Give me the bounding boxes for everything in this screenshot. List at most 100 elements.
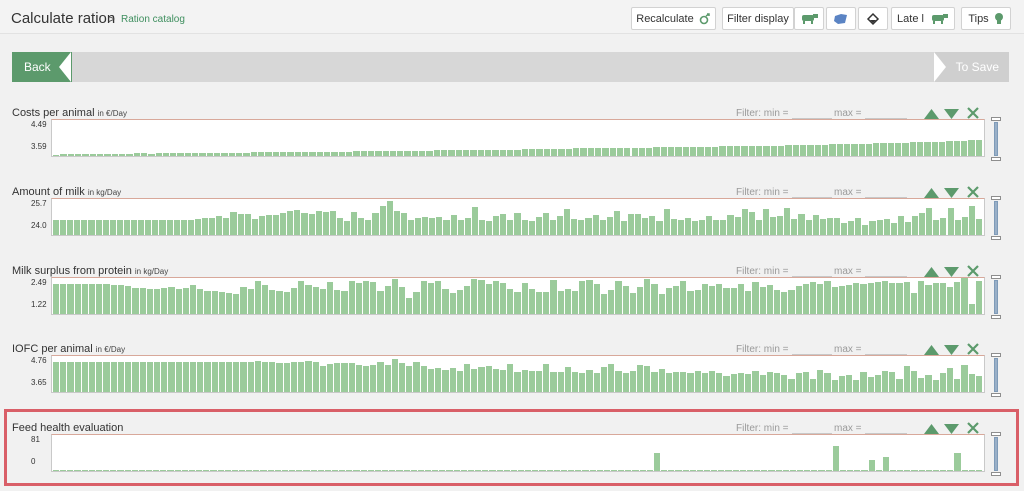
- chart-bar: [189, 362, 197, 392]
- paint-filter-button[interactable]: [858, 7, 888, 30]
- tips-button[interactable]: Tips: [961, 7, 1011, 30]
- slider-bottom-handle[interactable]: [991, 393, 1001, 397]
- filter-min-label: Filter: min =: [736, 344, 789, 355]
- chart-bar: [737, 284, 745, 314]
- chart-bar: [536, 371, 543, 392]
- chart-bar: [272, 152, 279, 156]
- chart-title: Milk surplus from protein in kg/Day: [12, 265, 168, 277]
- chart-bar: [334, 290, 341, 314]
- chart-bar: [651, 372, 658, 392]
- chart-bar: [784, 208, 791, 235]
- chart-bar: [690, 147, 697, 156]
- chart-bar: [829, 144, 836, 156]
- chart-bar: [365, 219, 372, 235]
- chart-bar: [103, 284, 110, 314]
- chart-bar: [571, 218, 578, 235]
- range-slider[interactable]: [991, 275, 1001, 319]
- chart-unit: in kg/Day: [134, 267, 169, 276]
- chart-bar: [712, 146, 719, 156]
- chart-bar: [606, 217, 613, 235]
- chart-bar: [429, 218, 436, 235]
- chart-bar: [499, 149, 506, 156]
- slider-bottom-handle[interactable]: [991, 236, 1001, 240]
- recalculate-button[interactable]: Recalculate: [631, 7, 716, 30]
- chart-bar: [96, 283, 103, 314]
- chart-bar: [139, 361, 146, 392]
- chart-bar: [833, 218, 840, 235]
- chart-bar: [53, 283, 60, 314]
- chart-bar: [204, 362, 211, 392]
- range-slider[interactable]: [991, 196, 1001, 240]
- chart-bar: [616, 148, 624, 156]
- chart-bar: [180, 219, 187, 235]
- chart-bar: [413, 361, 420, 392]
- chart-bar: [345, 151, 353, 156]
- chart-bar: [933, 219, 940, 235]
- chart-bar: [470, 149, 477, 156]
- chart-bar: [319, 289, 326, 314]
- filter-display-button[interactable]: Filter display: [722, 7, 794, 30]
- chart-bar: [221, 152, 228, 156]
- chart-bar: [701, 372, 709, 392]
- chart-bar: [824, 281, 831, 314]
- chart-bar: [644, 278, 651, 314]
- chart-bar: [846, 284, 853, 314]
- slider-top-handle[interactable]: [991, 275, 1001, 279]
- chart-bar: [441, 150, 448, 156]
- chart-bar: [161, 288, 168, 314]
- slider-bottom-handle[interactable]: [991, 157, 1001, 161]
- chart-bar: [807, 144, 814, 156]
- chart-bar: [653, 147, 660, 156]
- chart-bar: [276, 363, 283, 392]
- late-lactation-button[interactable]: Late l: [891, 7, 955, 30]
- chart-panel-milk-surplus-from-protein: Milk surplus from protein in kg/Day Filt…: [11, 265, 1011, 343]
- chart-bar: [250, 152, 258, 156]
- cow-filter-button[interactable]: [794, 7, 824, 30]
- filter-min-label: Filter: min =: [736, 108, 789, 119]
- chart-bar: [132, 288, 139, 314]
- breadcrumb-ration-catalog[interactable]: Ration catalog: [121, 14, 185, 25]
- chart-bar: [788, 378, 795, 392]
- chart-bar: [896, 379, 903, 392]
- chart-bar: [558, 148, 565, 156]
- chart-bar: [819, 219, 826, 235]
- chart-bar: [82, 153, 89, 156]
- chart-bar: [331, 151, 338, 156]
- chart-bar: [397, 150, 404, 156]
- chart-bar: [175, 362, 182, 392]
- chart-bar: [719, 146, 726, 156]
- chart-bar: [329, 210, 336, 235]
- range-slider[interactable]: [991, 353, 1001, 397]
- range-slider[interactable]: [991, 117, 1001, 161]
- chart-bar: [240, 287, 247, 314]
- chart-bar: [89, 153, 96, 156]
- chart-bar: [521, 282, 528, 314]
- chart-bar: [377, 361, 384, 392]
- chart-bar: [968, 373, 975, 392]
- chart-bar: [759, 375, 766, 392]
- chart-bar: [53, 361, 60, 392]
- bar-series: [53, 199, 983, 235]
- chart-bar: [564, 367, 572, 392]
- chart-bar: [244, 214, 251, 235]
- slider-top-handle[interactable]: [991, 196, 1001, 200]
- chart-bar: [211, 290, 218, 314]
- chart-bar: [521, 369, 528, 392]
- slider-top-handle[interactable]: [991, 117, 1001, 121]
- chart-bar: [975, 280, 982, 314]
- chart-bar: [258, 152, 265, 156]
- chart-bar: [593, 284, 600, 314]
- slider-top-handle[interactable]: [991, 353, 1001, 357]
- chart-bar: [684, 218, 691, 235]
- chart-bar: [593, 373, 600, 392]
- map-filter-button[interactable]: [826, 7, 856, 30]
- bar-series: [53, 278, 983, 314]
- chart-bar: [536, 149, 543, 156]
- chart-bar: [586, 370, 593, 392]
- cow-icon: [929, 13, 949, 25]
- slider-bottom-handle[interactable]: [991, 315, 1001, 319]
- save-button[interactable]: To Save: [934, 52, 1009, 82]
- chart-bar: [677, 219, 684, 235]
- chart-bar: [831, 380, 838, 392]
- chart-bar: [592, 214, 599, 235]
